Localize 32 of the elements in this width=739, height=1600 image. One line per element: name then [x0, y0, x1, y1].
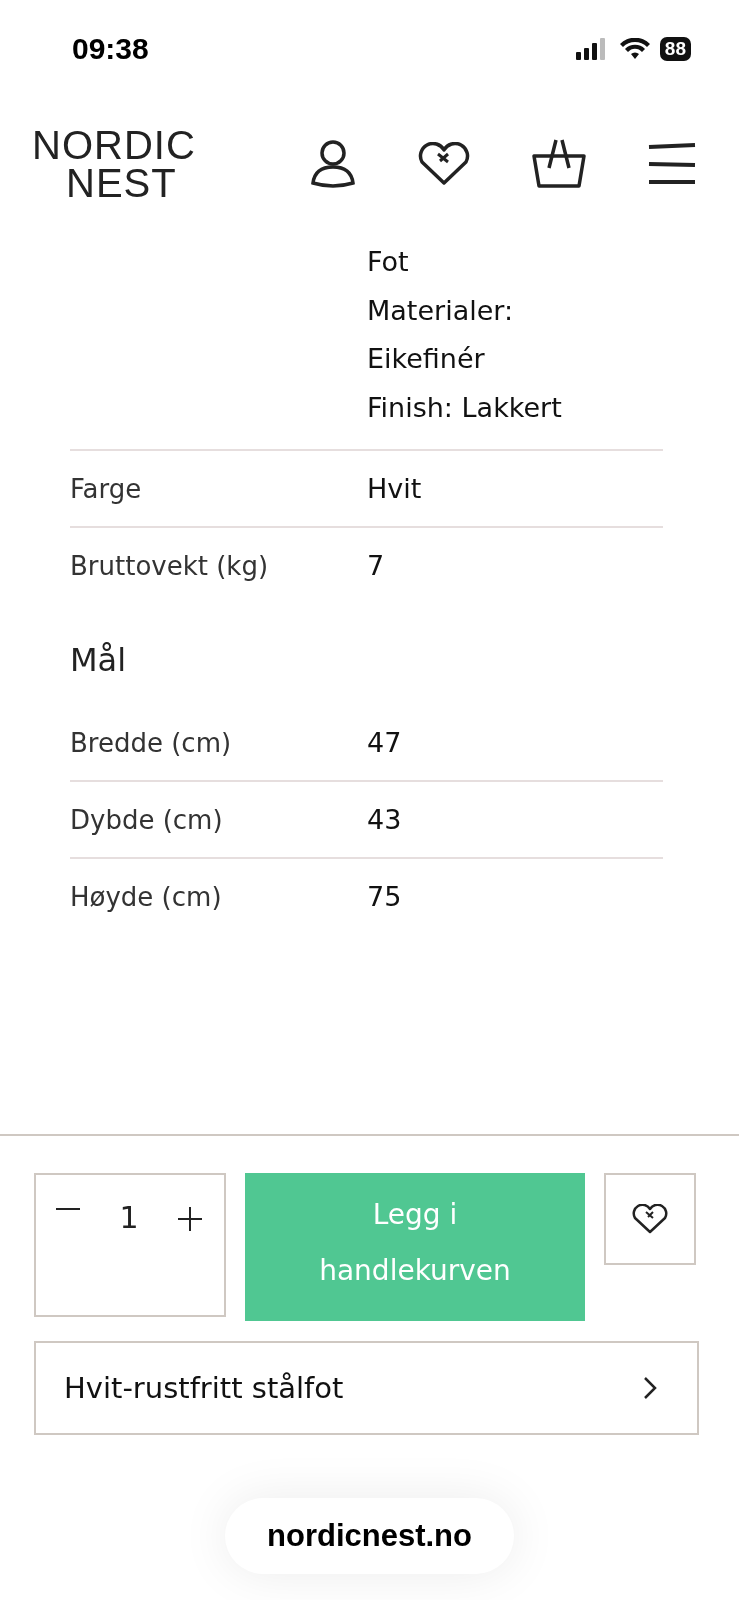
spec-value: Hvit: [367, 472, 422, 506]
spec-value: 47: [367, 726, 402, 760]
minus-icon[interactable]: [56, 1207, 80, 1211]
wifi-icon: [619, 38, 650, 60]
spec-label: Bredde (cm): [70, 727, 233, 760]
spec-label: Farge: [70, 473, 143, 506]
spec-value: Fot: [367, 245, 410, 279]
heart-icon[interactable]: [417, 142, 471, 186]
address-bar[interactable]: nordicnest.no: [225, 1498, 514, 1574]
spec-value: Finish: Lakkert: [367, 390, 562, 425]
plus-icon[interactable]: [178, 1207, 202, 1231]
spec-value: 7: [367, 549, 385, 583]
variant-selector[interactable]: Hvit-rustfritt stålfot: [34, 1341, 699, 1435]
menu-icon[interactable]: [647, 142, 697, 186]
spec-label: Høyde (cm): [70, 881, 223, 914]
quantity-value: 1: [119, 1201, 139, 1235]
status-time: 09:38: [72, 32, 149, 66]
quantity-stepper[interactable]: 1: [34, 1173, 226, 1317]
spec-label: Bruttovekt (kg): [70, 550, 270, 583]
logo[interactable]: NORDIC NEST: [32, 126, 196, 202]
heart-icon: [632, 1204, 668, 1234]
wishlist-button[interactable]: [604, 1173, 696, 1265]
spec-label: Dybde (cm): [70, 804, 224, 837]
section-heading: Mål: [70, 641, 128, 679]
chevron-right-icon: [643, 1376, 657, 1400]
spec-value: 43: [367, 803, 402, 837]
battery-icon: 88: [659, 37, 691, 61]
spec-value: Materialer:: [367, 293, 515, 328]
basket-icon[interactable]: [531, 138, 587, 190]
spec-value: 75: [367, 880, 402, 914]
user-icon[interactable]: [309, 139, 357, 189]
spec-value: Eikefinér: [367, 342, 486, 376]
